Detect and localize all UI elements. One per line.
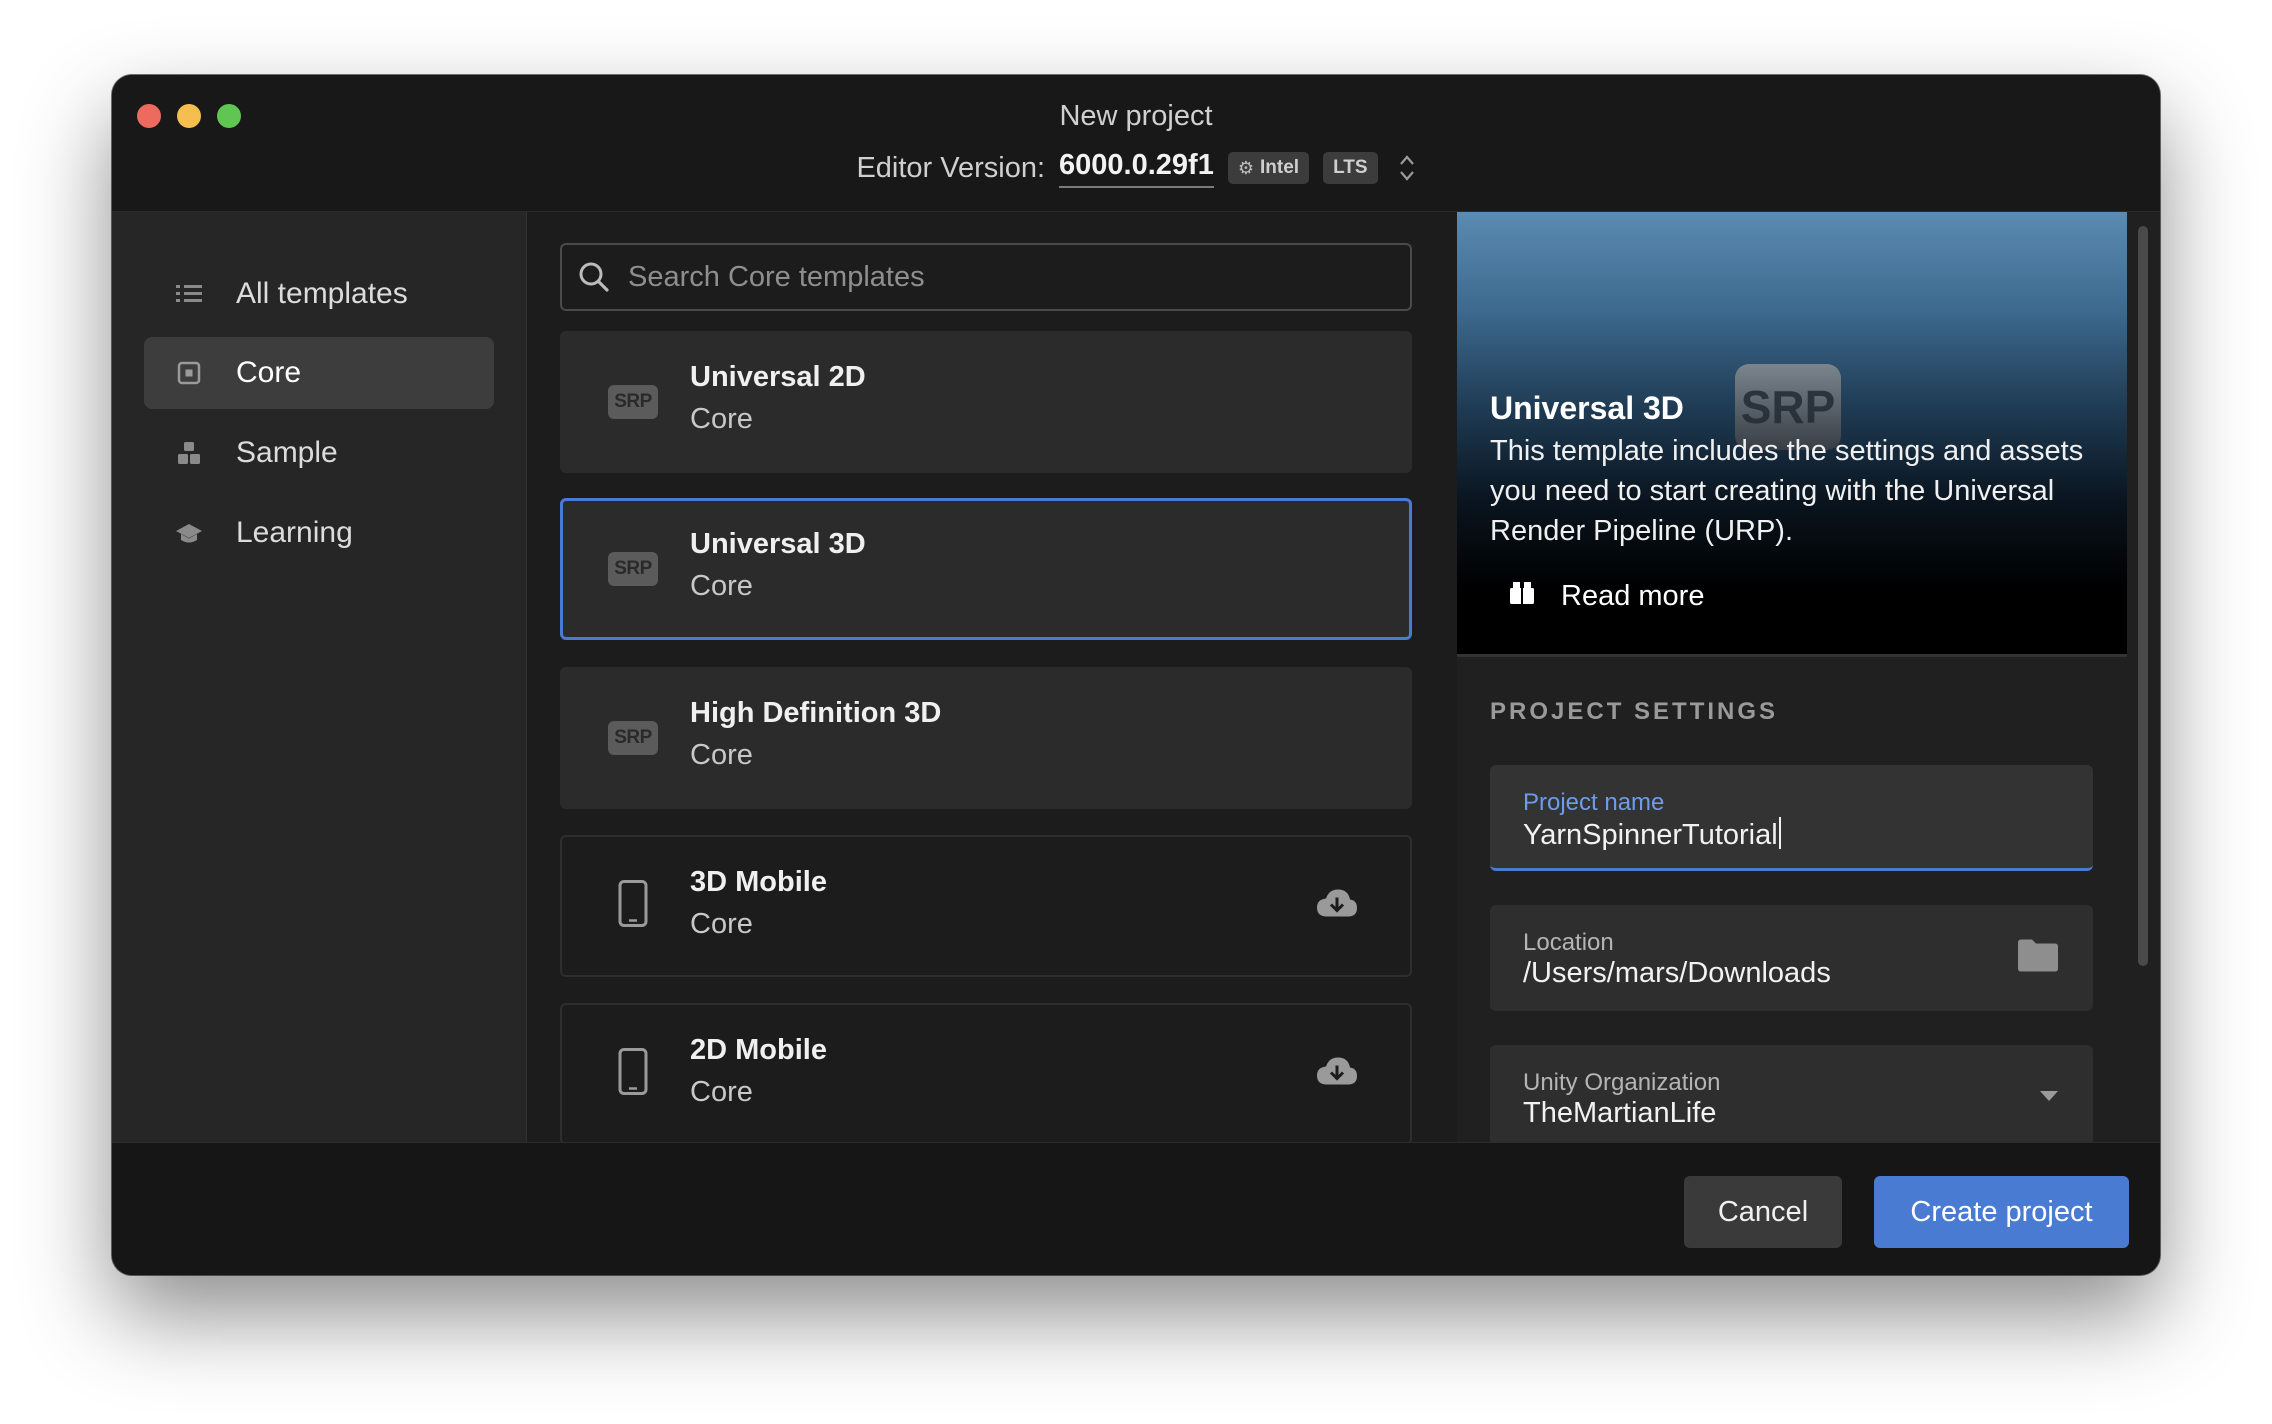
sidebar-item-all-templates[interactable]: All templates [144,258,494,330]
sidebar-item-learning[interactable]: Learning [144,497,494,569]
template-details-panel: SRP Universal 3D This template includes … [1457,212,2160,1142]
arch-chip: ⚙ Intel [1227,152,1310,184]
template-card-universal-2d[interactable]: SRP Universal 2D Core [560,331,1412,473]
template-title: 3D Mobile [690,866,827,898]
version-select-chevron-icon[interactable] [1398,153,1416,183]
search-placeholder: Search Core templates [628,260,925,293]
location-label: Location [1523,929,1614,956]
graduation-cap-icon [172,521,206,545]
sidebar-item-core[interactable]: Core [144,337,494,409]
create-project-button[interactable]: Create project [1874,1176,2129,1248]
template-card-2d-mobile[interactable]: 2D Mobile Core [560,1003,1412,1142]
template-detail-title: Universal 3D [1490,390,1684,426]
sidebar-item-label: All templates [236,277,408,310]
organization-value: TheMartianLife [1523,1097,1717,1129]
core-square-icon [172,361,206,385]
divider [1457,654,2127,657]
template-category: Core [690,570,753,602]
organization-label: Unity Organization [1523,1069,1721,1096]
read-more-label: Read more [1561,580,1705,612]
location-value: /Users/mars/Downloads [1523,957,1831,989]
lts-chip: LTS [1323,152,1378,184]
location-field[interactable]: Location /Users/mars/Downloads [1490,905,2093,1011]
sidebar-item-sample[interactable]: Sample [144,417,494,489]
project-settings-heading: PROJECT SETTINGS [1490,698,1779,725]
sidebar-item-label: Core [236,356,302,389]
template-title: Universal 3D [690,528,866,560]
details-scrollbar[interactable] [2138,226,2148,966]
title-bar: New project Editor Version: 6000.0.29f1 … [112,75,2160,212]
template-title: Universal 2D [690,361,866,393]
folder-icon[interactable] [2017,939,2059,978]
template-category: Core [690,403,753,435]
chevron-down-icon[interactable] [2039,1089,2059,1107]
phone-icon [618,880,648,933]
cloud-download-icon[interactable] [1316,1057,1358,1092]
window-title: New project [1059,100,1213,132]
sidebar-item-label: Learning [236,516,353,549]
template-category: Core [690,1076,753,1108]
organization-select[interactable]: Unity Organization TheMartianLife [1490,1045,2093,1142]
template-card-high-definition-3d[interactable]: SRP High Definition 3D Core [560,667,1412,809]
phone-icon [618,1048,648,1101]
editor-version-row: Editor Version: 6000.0.29f1 ⚙ Intel LTS [112,143,2160,193]
template-description: This template includes the settings and … [1490,435,2084,547]
template-list-panel: Search Core templates SRP Universal 2D C… [527,212,1569,1142]
read-more-link[interactable]: Read more [1509,580,1704,613]
dialog-footer: Cancel Create project [112,1142,2160,1275]
chip-icon: ⚙ [1237,157,1254,178]
template-title: 2D Mobile [690,1034,827,1066]
editor-version-value[interactable]: 6000.0.29f1 [1059,149,1214,188]
editor-version-label: Editor Version: [856,151,1046,184]
template-title: High Definition 3D [690,697,942,729]
srp-icon: SRP [608,552,658,586]
book-icon [1509,580,1535,613]
search-templates-input[interactable]: Search Core templates [560,243,1412,311]
blocks-icon [172,441,206,465]
srp-icon: SRP [608,721,658,755]
cancel-button[interactable]: Cancel [1684,1176,1842,1248]
search-icon [578,261,610,293]
srp-icon: SRP [608,385,658,419]
template-card-3d-mobile[interactable]: 3D Mobile Core [560,835,1412,977]
template-card-universal-3d[interactable]: SRP Universal 3D Core [560,498,1412,640]
list-icon [172,283,206,305]
sidebar-item-label: Sample [236,436,338,469]
template-category-sidebar: All templates Core Sample Learning [112,212,527,1142]
template-category: Core [690,739,753,771]
project-name-field[interactable]: Project name YarnSpinnerTutorial [1490,765,2093,871]
cloud-download-icon[interactable] [1316,889,1358,924]
template-category: Core [690,908,753,940]
arch-chip-label: Intel [1260,157,1300,178]
template-preview: SRP Universal 3D This template includes … [1457,212,2127,654]
new-project-window: New project Editor Version: 6000.0.29f1 … [112,75,2160,1275]
project-name-value[interactable]: YarnSpinnerTutorial [1523,817,1781,852]
project-name-label: Project name [1523,789,1665,816]
